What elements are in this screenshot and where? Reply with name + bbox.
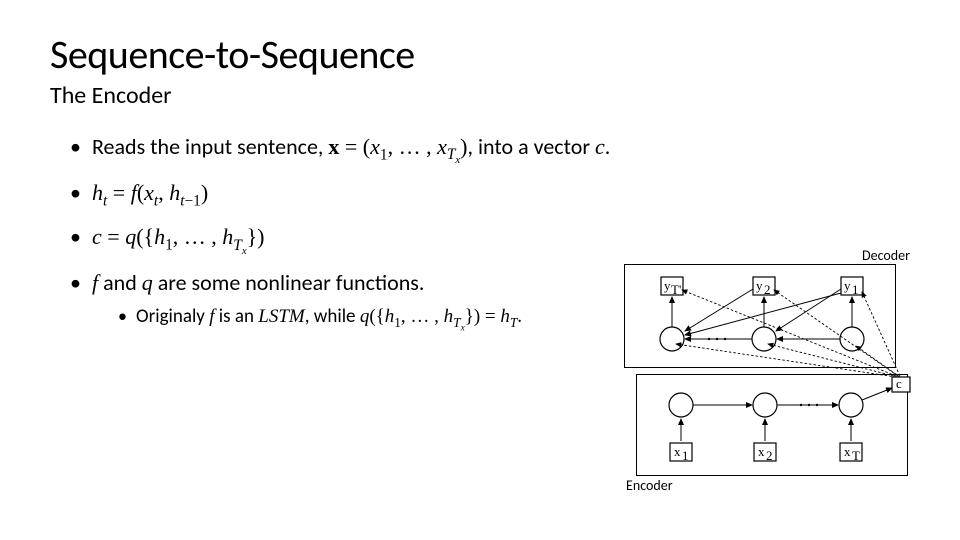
- svg-text:x: x: [844, 444, 851, 459]
- svg-text:2: 2: [764, 282, 771, 297]
- decoder-box: yT' y2 y1: [624, 264, 896, 368]
- text: Reads the input sentence,: [92, 133, 328, 160]
- text: , into a vector: [468, 133, 595, 160]
- svg-text:T: T: [852, 448, 860, 463]
- encoder-label: Encoder: [626, 477, 673, 494]
- svg-text:y: y: [844, 278, 851, 293]
- bullet-3: c = q({h1, … , hTx}): [70, 222, 910, 258]
- decoder-svg: yT' y2 y1: [625, 265, 897, 369]
- svg-text:y: y: [664, 278, 671, 293]
- text: and: [98, 269, 142, 296]
- svg-text:1: 1: [682, 448, 689, 463]
- svg-text:2: 2: [766, 448, 773, 463]
- text: .: [605, 133, 611, 160]
- text: are some nonlinear functions.: [153, 269, 425, 296]
- text: .: [517, 305, 522, 328]
- svg-text:1: 1: [852, 282, 859, 297]
- decoder-label: Decoder: [862, 247, 910, 264]
- text: , while: [305, 305, 360, 328]
- seq2seq-diagram: Decoder yT' y2 y1: [620, 264, 920, 476]
- text: Originaly: [136, 305, 209, 328]
- slide-title: Sequence-to-Sequence: [50, 30, 910, 79]
- bullet-1: Reads the input sentence, x = (x1, … , x…: [70, 132, 910, 168]
- svg-text:y: y: [756, 278, 763, 293]
- svg-text:x: x: [674, 444, 681, 459]
- svg-text:T': T': [671, 282, 681, 297]
- svg-text:x: x: [758, 444, 765, 459]
- encoder-box: x1 x2 xT: [636, 374, 908, 476]
- encoder-svg: x1 x2 xT: [637, 375, 909, 477]
- slide-subtitle: The Encoder: [50, 81, 910, 110]
- bullet-2: ht = f(xt, ht−1): [70, 178, 910, 212]
- text: is an: [215, 305, 259, 328]
